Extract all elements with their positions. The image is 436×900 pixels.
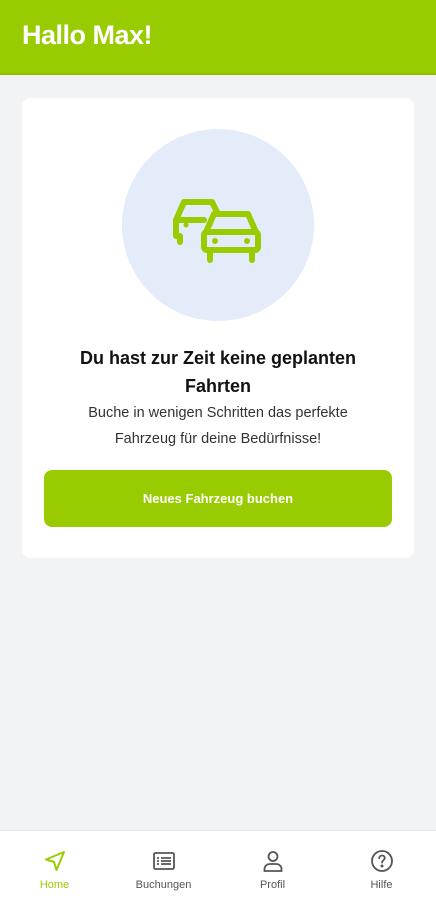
nav-item-home[interactable]: Home (0, 831, 109, 900)
empty-state-subtitle: Buche in wenigen Schritten das perfekte … (88, 405, 348, 447)
greeting-title: Hallo Max! (22, 20, 153, 50)
empty-state-title: Du hast zur Zeit keine geplanten Fahrten (79, 348, 357, 396)
person-icon (263, 851, 282, 872)
nav-label-buchungen: Buchungen (135, 879, 192, 891)
bottom-navigation: Home Buchungen Profil Hilfe (0, 830, 436, 900)
nav-label-home: Home (39, 879, 70, 891)
list-icon (152, 852, 175, 870)
cars-icon (173, 199, 261, 263)
nav-label-hilfe: Hilfe (370, 879, 393, 891)
nav-label-profil: Profil (259, 879, 286, 891)
book-new-vehicle-button[interactable]: Neues Fahrzeug buchen (44, 470, 392, 527)
navigation-arrow-icon (44, 851, 65, 871)
empty-state-card: Du hast zur Zeit keine geplanten Fahrten… (22, 98, 414, 558)
empty-state-illustration (122, 129, 314, 321)
nav-item-profil[interactable]: Profil (218, 831, 327, 900)
nav-item-buchungen[interactable]: Buchungen (109, 831, 218, 900)
app-header: Hallo Max! (0, 0, 436, 75)
nav-item-hilfe[interactable]: Hilfe (327, 831, 436, 900)
help-circle-icon (370, 850, 393, 872)
